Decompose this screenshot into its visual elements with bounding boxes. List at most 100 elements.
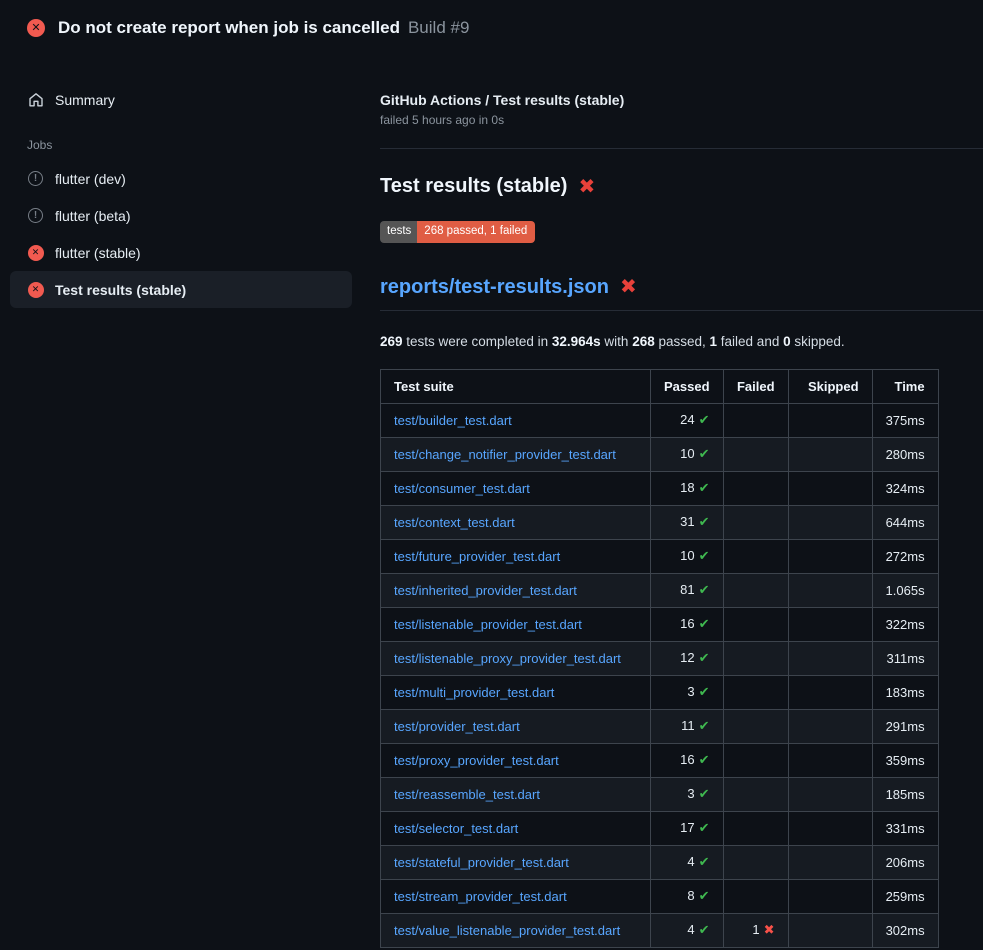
suite-link[interactable]: test/listenable_proxy_provider_test.dart	[394, 651, 621, 666]
time-cell: 183ms	[872, 675, 938, 709]
tests-badge: tests 268 passed, 1 failed	[380, 221, 535, 243]
jobs-heading: Jobs	[27, 138, 352, 152]
home-icon	[27, 91, 44, 108]
column-header-test-suite: Test suite	[381, 369, 651, 403]
sidebar-item-job-3[interactable]: ✕Test results (stable)	[10, 271, 352, 308]
summary-number: 0	[783, 334, 791, 349]
passed-cell: 24✔	[651, 403, 724, 437]
suite-cell: test/provider_test.dart	[381, 709, 651, 743]
table-row: test/stream_provider_test.dart8✔259ms	[381, 879, 939, 913]
count-value: 12	[680, 650, 694, 665]
suite-link[interactable]: test/provider_test.dart	[394, 719, 520, 734]
job-failed-icon: ✕	[27, 244, 44, 261]
suite-link[interactable]: test/selector_test.dart	[394, 821, 518, 836]
passed-check-icon: ✔	[699, 548, 710, 563]
tests-summary-sentence: 269 tests were completed in 32.964s with…	[380, 334, 983, 349]
time-cell: 359ms	[872, 743, 938, 777]
badge-value: 268 passed, 1 failed	[417, 221, 535, 243]
count-value: 3	[687, 786, 694, 801]
jobs-sidebar: Summary Jobs ! flutter (dev)! flutter (bet…	[0, 56, 380, 308]
skipped-cell	[788, 403, 872, 437]
suite-link[interactable]: test/future_provider_test.dart	[394, 549, 560, 564]
passed-check-icon: ✔	[699, 786, 710, 801]
passed-check-icon: ✔	[699, 752, 710, 767]
sidebar-item-label: flutter (dev)	[55, 171, 126, 187]
time-cell: 375ms	[872, 403, 938, 437]
job-failed-icon: ✕	[27, 281, 44, 298]
suite-link[interactable]: test/consumer_test.dart	[394, 481, 530, 496]
suite-cell: test/listenable_provider_test.dart	[381, 607, 651, 641]
suite-link[interactable]: test/value_listenable_provider_test.dart	[394, 923, 620, 938]
suite-cell: test/consumer_test.dart	[381, 471, 651, 505]
job-cancelled-icon: !	[27, 207, 44, 224]
time-cell: 644ms	[872, 505, 938, 539]
column-header-failed: Failed	[723, 369, 788, 403]
failed-cell	[723, 641, 788, 675]
count-value: 31	[680, 514, 694, 529]
sidebar-item-label: flutter (beta)	[55, 208, 130, 224]
suite-link[interactable]: test/listenable_provider_test.dart	[394, 617, 582, 632]
suite-link[interactable]: test/stateful_provider_test.dart	[394, 855, 569, 870]
failed-cell	[723, 403, 788, 437]
table-row: test/value_listenable_provider_test.dart…	[381, 913, 939, 947]
suite-link[interactable]: test/inherited_provider_test.dart	[394, 583, 577, 598]
count-value: 24	[680, 412, 694, 427]
suite-cell: test/multi_provider_test.dart	[381, 675, 651, 709]
time-cell: 1.065s	[872, 573, 938, 607]
table-row: test/stateful_provider_test.dart4✔206ms	[381, 845, 939, 879]
passed-cell: 10✔	[651, 437, 724, 471]
table-row: test/inherited_provider_test.dart81✔1.06…	[381, 573, 939, 607]
summary-number: 269	[380, 334, 403, 349]
sidebar-item-job-1[interactable]: ! flutter (beta)	[10, 197, 352, 234]
suite-link[interactable]: test/reassemble_test.dart	[394, 787, 540, 802]
run-build-number: Build #9	[408, 18, 469, 38]
skipped-cell	[788, 539, 872, 573]
passed-cell: 3✔	[651, 777, 724, 811]
table-row: test/context_test.dart31✔644ms	[381, 505, 939, 539]
count-value: 1	[752, 922, 759, 937]
failed-cell	[723, 573, 788, 607]
time-cell: 185ms	[872, 777, 938, 811]
table-row: test/selector_test.dart17✔331ms	[381, 811, 939, 845]
count-value: 17	[680, 820, 694, 835]
time-cell: 280ms	[872, 437, 938, 471]
sidebar-item-job-2[interactable]: ✕flutter (stable)	[10, 234, 352, 271]
failed-cell	[723, 743, 788, 777]
suite-link[interactable]: test/proxy_provider_test.dart	[394, 753, 559, 768]
badge-label: tests	[380, 221, 417, 243]
job-cancelled-icon: !	[27, 170, 44, 187]
failed-cell	[723, 845, 788, 879]
passed-cell: 4✔	[651, 845, 724, 879]
table-row: test/listenable_proxy_provider_test.dart…	[381, 641, 939, 675]
table-row: test/builder_test.dart 24✔ 375ms	[381, 403, 939, 437]
suite-cell: test/stream_provider_test.dart	[381, 879, 651, 913]
count-value: 16	[680, 616, 694, 631]
table-header-row: Test suite Passed Failed Skipped Time	[381, 369, 939, 403]
passed-cell: 16✔	[651, 743, 724, 777]
run-title: Do not create report when job is cancell…	[58, 18, 400, 38]
sidebar-item-job-0[interactable]: ! flutter (dev)	[10, 160, 352, 197]
suite-link[interactable]: test/stream_provider_test.dart	[394, 889, 567, 904]
suite-link[interactable]: test/multi_provider_test.dart	[394, 685, 554, 700]
count-value: 10	[680, 548, 694, 563]
suite-link[interactable]: test/context_test.dart	[394, 515, 515, 530]
passed-check-icon: ✔	[699, 446, 710, 461]
passed-cell: 12✔	[651, 641, 724, 675]
skipped-cell	[788, 913, 872, 947]
table-row: test/multi_provider_test.dart3✔183ms	[381, 675, 939, 709]
run-header: ✕ Do not create report when job is cance…	[0, 0, 983, 56]
suite-link[interactable]: test/change_notifier_provider_test.dart	[394, 447, 616, 462]
time-cell: 322ms	[872, 607, 938, 641]
suite-link[interactable]: test/builder_test.dart	[394, 413, 512, 428]
sidebar-item-summary[interactable]: Summary	[10, 81, 352, 118]
time-cell: 324ms	[872, 471, 938, 505]
suite-cell: test/stateful_provider_test.dart	[381, 845, 651, 879]
summary-number: 32.964s	[552, 334, 601, 349]
table-row: test/provider_test.dart11✔291ms	[381, 709, 939, 743]
report-file-link[interactable]: reports/test-results.json	[380, 276, 609, 299]
failed-cell: 1✖	[723, 913, 788, 947]
failed-cell	[723, 437, 788, 471]
summary-text: tests were completed in	[403, 334, 552, 349]
skipped-cell	[788, 777, 872, 811]
summary-text: passed,	[655, 334, 710, 349]
